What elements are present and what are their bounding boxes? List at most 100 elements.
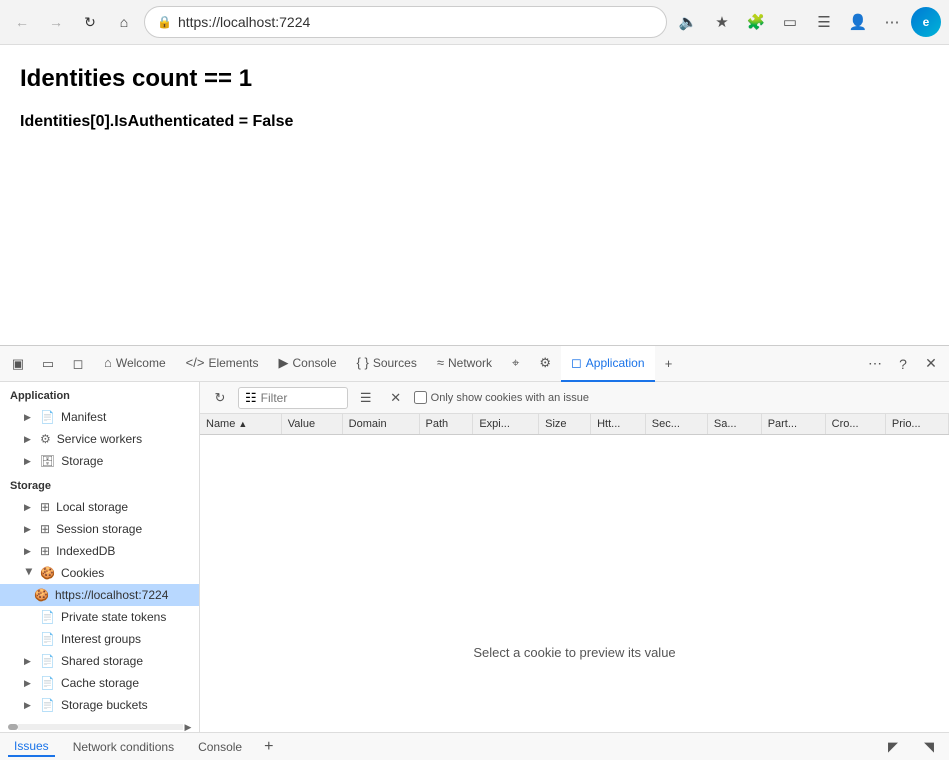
read-aloud-button[interactable]: 🔈 bbox=[673, 7, 703, 37]
sidebar-item-cookies[interactable]: ▶ 🍪 Cookies bbox=[0, 562, 199, 584]
tab-console[interactable]: ▶ Console bbox=[268, 346, 346, 382]
tab-sources[interactable]: { } Sources bbox=[347, 346, 427, 382]
col-name[interactable]: Name ▲ bbox=[200, 414, 281, 435]
bottom-tab-console[interactable]: Console bbox=[192, 738, 248, 756]
devtools-dock-button[interactable]: ▭ bbox=[34, 350, 62, 378]
refresh-button[interactable]: ↻ bbox=[208, 386, 232, 410]
sidebar-scroll-right[interactable]: ▶ bbox=[183, 722, 193, 732]
tab-application[interactable]: ◻ Application bbox=[561, 346, 655, 382]
manifest-arrow: ▶ bbox=[24, 412, 34, 423]
col-expires[interactable]: Expi... bbox=[473, 414, 539, 435]
application-icon: ◻ bbox=[571, 355, 582, 371]
tab-elements[interactable]: </> Elements bbox=[176, 346, 269, 382]
only-issues-checkbox[interactable] bbox=[414, 391, 427, 404]
filter-input[interactable] bbox=[261, 391, 341, 405]
filter-input-container[interactable]: ☷ bbox=[238, 387, 348, 409]
page-content: Identities count == 1 Identities[0].IsAu… bbox=[0, 45, 949, 345]
sidebar-item-cookies-localhost[interactable]: 🍪 https://localhost:7224 bbox=[0, 584, 199, 606]
bottom-add-button[interactable]: + bbox=[260, 736, 277, 758]
add-tab-button[interactable]: + bbox=[655, 350, 683, 378]
devtools-more-button[interactable]: ⋯ bbox=[861, 350, 889, 378]
sidebar-item-service-workers[interactable]: ▶ ⚙ Service workers bbox=[0, 428, 199, 450]
more-button[interactable]: ⋯ bbox=[877, 7, 907, 37]
sidebar-item-manifest[interactable]: ▶ 📄 Manifest bbox=[0, 406, 199, 428]
cookies-localhost-icon: 🍪 bbox=[34, 588, 49, 602]
devtools-help-button[interactable]: ? bbox=[889, 350, 917, 378]
delete-button[interactable]: ✕ bbox=[384, 386, 408, 410]
storage-arrow: ▶ bbox=[24, 456, 34, 467]
sidebar-item-manifest-label: Manifest bbox=[61, 410, 106, 424]
url-display: https://localhost:7224 bbox=[178, 14, 654, 30]
col-httponly[interactable]: Htt... bbox=[591, 414, 646, 435]
devtools-sidebar: Application ▶ 📄 Manifest ▶ ⚙ Service wor… bbox=[0, 382, 200, 732]
devtools: ▣ ▭ ◻ ⌂ Welcome </> Elements ▶ Console {… bbox=[0, 345, 949, 760]
sidebar-button[interactable]: ▭ bbox=[775, 7, 805, 37]
tab-performance[interactable]: ⌖ bbox=[502, 346, 529, 382]
col-domain[interactable]: Domain bbox=[342, 414, 419, 435]
main-content: Identities count == 1 Identities[0].IsAu… bbox=[0, 45, 949, 760]
bottom-left-icon[interactable]: ◤ bbox=[881, 735, 905, 759]
col-samesite[interactable]: Sa... bbox=[707, 414, 761, 435]
elements-icon: </> bbox=[186, 355, 205, 370]
cookie-select-text: Select a cookie to preview its value bbox=[473, 645, 675, 660]
cs-arrow: ▶ bbox=[24, 678, 34, 689]
sidebar-item-cookies-localhost-label: https://localhost:7224 bbox=[55, 588, 168, 602]
col-path[interactable]: Path bbox=[419, 414, 473, 435]
tab-network-label: Network bbox=[448, 356, 492, 370]
sidebar-item-shared-storage[interactable]: ▶ 📄 Shared storage bbox=[0, 650, 199, 672]
only-issues-checkbox-label[interactable]: Only show cookies with an issue bbox=[414, 391, 589, 404]
welcome-icon: ⌂ bbox=[104, 355, 112, 370]
tab-network[interactable]: ≈ Network bbox=[427, 346, 502, 382]
tab-settings-gear[interactable]: ⚙ bbox=[529, 346, 561, 382]
session-storage-icon: ⊞ bbox=[40, 522, 50, 536]
col-secure[interactable]: Sec... bbox=[645, 414, 707, 435]
back-button[interactable]: ← bbox=[8, 8, 36, 36]
forward-button[interactable]: → bbox=[42, 8, 70, 36]
clear-filter-button[interactable]: ☰ bbox=[354, 386, 378, 410]
col-partitioned[interactable]: Part... bbox=[761, 414, 825, 435]
sidebar-section-storage: Storage bbox=[0, 472, 199, 496]
header-row: Name ▲ Value Domain Path Expi... Size Ht… bbox=[200, 414, 949, 435]
devtools-inspect-button[interactable]: ▣ bbox=[4, 350, 32, 378]
sidebar-item-session-storage[interactable]: ▶ ⊞ Session storage bbox=[0, 518, 199, 540]
collections-button[interactable]: ☰ bbox=[809, 7, 839, 37]
bottom-right-icon[interactable]: ◥ bbox=[917, 735, 941, 759]
col-size[interactable]: Size bbox=[539, 414, 591, 435]
home-button[interactable]: ⌂ bbox=[110, 8, 138, 36]
sidebar-item-private-state-tokens[interactable]: 📄 Private state tokens bbox=[0, 606, 199, 628]
sidebar-item-storage-label: Storage bbox=[61, 454, 103, 468]
bottom-tab-issues[interactable]: Issues bbox=[8, 737, 55, 757]
profile-button[interactable]: 👤 bbox=[843, 7, 873, 37]
sidebar-item-pst-label: Private state tokens bbox=[61, 610, 166, 624]
reload-button[interactable]: ↻ bbox=[76, 8, 104, 36]
sidebar-item-local-storage-label: Local storage bbox=[56, 500, 128, 514]
cookie-select-message: Select a cookie to preview its value bbox=[200, 573, 949, 732]
name-sort-arrow: ▲ bbox=[238, 419, 247, 429]
col-cross[interactable]: Cro... bbox=[825, 414, 885, 435]
sidebar-item-indexeddb[interactable]: ▶ ⊞ IndexedDB bbox=[0, 540, 199, 562]
sidebar-item-local-storage[interactable]: ▶ ⊞ Local storage bbox=[0, 496, 199, 518]
sidebar-hscroll[interactable]: ▶ bbox=[0, 722, 193, 732]
col-value[interactable]: Value bbox=[281, 414, 342, 435]
sidebar-item-interest-groups[interactable]: 📄 Interest groups bbox=[0, 628, 199, 650]
sidebar-item-cache-storage[interactable]: ▶ 📄 Cache storage bbox=[0, 672, 199, 694]
address-bar[interactable]: 🔒 https://localhost:7224 bbox=[144, 6, 667, 38]
extensions-button[interactable]: 🧩 bbox=[741, 7, 771, 37]
sidebar-item-session-storage-label: Session storage bbox=[56, 522, 142, 536]
favorites-button[interactable]: ★ bbox=[707, 7, 737, 37]
lock-icon: 🔒 bbox=[157, 15, 172, 29]
storage-icon: 🗄 bbox=[40, 454, 55, 468]
col-priority[interactable]: Prio... bbox=[885, 414, 948, 435]
sidebar-item-indexeddb-label: IndexedDB bbox=[56, 544, 115, 558]
tab-welcome[interactable]: ⌂ Welcome bbox=[94, 346, 176, 382]
bottom-tab-network-conditions[interactable]: Network conditions bbox=[67, 738, 180, 756]
tab-welcome-label: Welcome bbox=[116, 356, 166, 370]
sidebar-item-storage-buckets[interactable]: ▶ 📄 Storage buckets bbox=[0, 694, 199, 716]
cookies-icon: 🍪 bbox=[40, 566, 55, 580]
cookies-arrow: ▶ bbox=[24, 568, 35, 578]
table-header: Name ▲ Value Domain Path Expi... Size Ht… bbox=[200, 414, 949, 435]
sidebar-item-storage[interactable]: ▶ 🗄 Storage bbox=[0, 450, 199, 472]
ss-arrow: ▶ bbox=[24, 656, 34, 667]
devtools-mobile-button[interactable]: ◻ bbox=[64, 350, 92, 378]
devtools-close-button[interactable]: ✕ bbox=[917, 350, 945, 378]
